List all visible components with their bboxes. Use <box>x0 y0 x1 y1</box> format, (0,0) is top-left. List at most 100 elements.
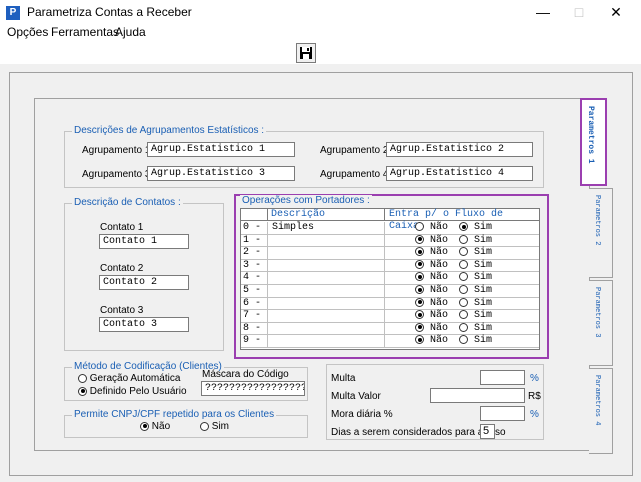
nao-radio[interactable] <box>415 322 424 332</box>
row-number: 9 - <box>243 335 262 347</box>
agrupamento-4-input[interactable]: Agrup.Estatistico 4 <box>386 166 533 181</box>
agrupamento-2-label: Agrupamento 2 <box>320 145 389 156</box>
sim-radio[interactable] <box>459 310 468 320</box>
contatos-legend: Descrição de Contatos : <box>72 197 183 208</box>
definido-usuario-radio[interactable] <box>78 386 87 396</box>
nao-radio[interactable] <box>415 259 424 269</box>
sim-radio[interactable] <box>459 272 468 282</box>
multa-input[interactable] <box>480 370 525 385</box>
row-nao-option[interactable]: Não <box>415 297 448 310</box>
row-descricao-cell[interactable] <box>267 259 385 272</box>
row-nao-option[interactable]: Não <box>415 272 448 284</box>
row-descricao-cell[interactable] <box>267 272 385 285</box>
row-nao-option[interactable]: Não <box>415 310 448 322</box>
row-sim-option[interactable]: Sim <box>459 234 493 247</box>
row-sim-option[interactable]: Sim <box>459 285 492 297</box>
nao-radio[interactable] <box>415 247 424 257</box>
sim-radio[interactable] <box>459 322 468 332</box>
tab-parametros-1[interactable]: Parametros 1 <box>580 98 607 186</box>
opt-geracao-automatica[interactable]: Geração Automática <box>78 373 180 384</box>
row-nao-option[interactable]: Não <box>415 259 448 272</box>
floppy-disk-icon <box>300 47 312 59</box>
tab-parametros-2[interactable]: Parametros 2 <box>589 188 613 278</box>
nao-radio[interactable] <box>415 310 424 320</box>
dias-input[interactable]: 5 <box>480 424 495 439</box>
tab-parametros-3[interactable]: Parametros 3 <box>589 280 613 366</box>
mora-input[interactable] <box>480 406 525 421</box>
nao-radio[interactable] <box>415 234 424 244</box>
agrupamento-1-input[interactable]: Agrup.Estatistico 1 <box>147 142 295 157</box>
table-row[interactable]: 2 - Não Sim <box>241 247 539 260</box>
table-row[interactable]: 1 - Não Sim <box>241 234 539 248</box>
contato-2-input[interactable]: Contato 2 <box>99 275 189 290</box>
row-sim-option[interactable]: Sim <box>459 322 492 335</box>
nao-radio[interactable] <box>415 222 424 231</box>
contato-3-input[interactable]: Contato 3 <box>99 317 189 332</box>
row-descricao-cell[interactable] <box>267 322 385 335</box>
row-nao-option[interactable]: Não <box>415 285 448 297</box>
row-descricao-cell[interactable] <box>267 234 385 247</box>
row-descricao-cell[interactable]: Simples <box>267 222 385 234</box>
tab-parametros-4[interactable]: Parametros 4 <box>589 368 613 454</box>
sim-radio[interactable] <box>459 297 468 307</box>
row-sim-option[interactable]: Sim <box>459 259 492 272</box>
sim-radio[interactable] <box>459 247 468 257</box>
nao-radio[interactable] <box>415 272 424 282</box>
menu-opcoes[interactable]: Opções <box>7 25 48 39</box>
row-sim-option[interactable]: Sim <box>459 297 492 310</box>
sim-label: Sim <box>474 310 493 322</box>
save-button[interactable] <box>296 43 316 63</box>
sim-radio[interactable] <box>459 259 468 269</box>
row-descricao-cell[interactable] <box>267 297 385 310</box>
table-row[interactable]: 6 - Não Sim <box>241 297 539 311</box>
cnpj-sim-radio[interactable] <box>200 421 209 431</box>
row-nao-option[interactable]: Não <box>415 335 448 347</box>
opt-definido-usuario[interactable]: Definido Pelo Usuário <box>78 386 187 397</box>
multa-valor-input[interactable] <box>430 388 525 403</box>
toolbar <box>0 42 641 64</box>
sim-radio[interactable] <box>459 222 468 231</box>
row-sim-option[interactable]: Sim <box>459 222 492 234</box>
table-row[interactable]: 9 - Não Sim <box>241 335 539 348</box>
cnpj-nao-radio[interactable] <box>140 421 149 431</box>
row-descricao-cell[interactable] <box>267 285 385 297</box>
row-nao-option[interactable]: Não <box>415 234 448 247</box>
nao-radio[interactable] <box>415 335 424 345</box>
row-descricao-cell[interactable] <box>267 335 385 348</box>
row-nao-option[interactable]: Não <box>415 222 448 234</box>
multa-valor-label: Multa Valor <box>331 391 381 402</box>
mascara-input[interactable]: ????????????????? <box>201 381 305 396</box>
nao-radio[interactable] <box>415 285 424 294</box>
mascara-label: Máscara do Código <box>202 369 289 380</box>
row-sim-option[interactable]: Sim <box>459 310 492 322</box>
row-nao-option[interactable]: Não <box>415 322 448 335</box>
table-row[interactable]: 8 - Não Sim <box>241 322 539 336</box>
mora-label: Mora diária % <box>331 409 393 420</box>
sim-radio[interactable] <box>459 285 468 294</box>
opt-cnpj-sim[interactable]: Sim <box>200 421 229 432</box>
table-row[interactable]: 7 - Não Sim <box>241 310 539 323</box>
row-descricao-cell[interactable] <box>267 247 385 260</box>
geracao-automatica-radio[interactable] <box>78 373 87 383</box>
sim-radio[interactable] <box>459 234 468 244</box>
contato-1-input[interactable]: Contato 1 <box>99 234 189 249</box>
agrupamento-3-input[interactable]: Agrup.Estatistico 3 <box>147 166 295 181</box>
agrupamento-2-input[interactable]: Agrup.Estatistico 2 <box>386 142 533 157</box>
close-button[interactable]: ✕ <box>593 0 639 24</box>
row-sim-option[interactable]: Sim <box>459 247 492 259</box>
menu-ajuda[interactable]: Ajuda <box>115 25 146 39</box>
row-sim-option[interactable]: Sim <box>459 272 492 284</box>
nao-radio[interactable] <box>415 297 424 307</box>
menu-ferramentas[interactable]: Ferramentas <box>51 25 119 39</box>
opt-cnpj-nao[interactable]: Não <box>140 421 170 432</box>
nao-label: Não <box>430 272 449 284</box>
sim-radio[interactable] <box>459 335 468 345</box>
table-row[interactable]: 5 - Não Sim <box>241 285 539 298</box>
row-sim-option[interactable]: Sim <box>459 335 492 347</box>
table-row[interactable]: 0 - Simples Não Sim <box>241 222 539 235</box>
table-row[interactable]: 4 - Não Sim <box>241 272 539 285</box>
row-nao-option[interactable]: Não <box>415 247 448 259</box>
sim-label: Sim <box>474 234 493 246</box>
table-row[interactable]: 3 - Não Sim <box>241 259 539 273</box>
row-descricao-cell[interactable] <box>267 310 385 323</box>
